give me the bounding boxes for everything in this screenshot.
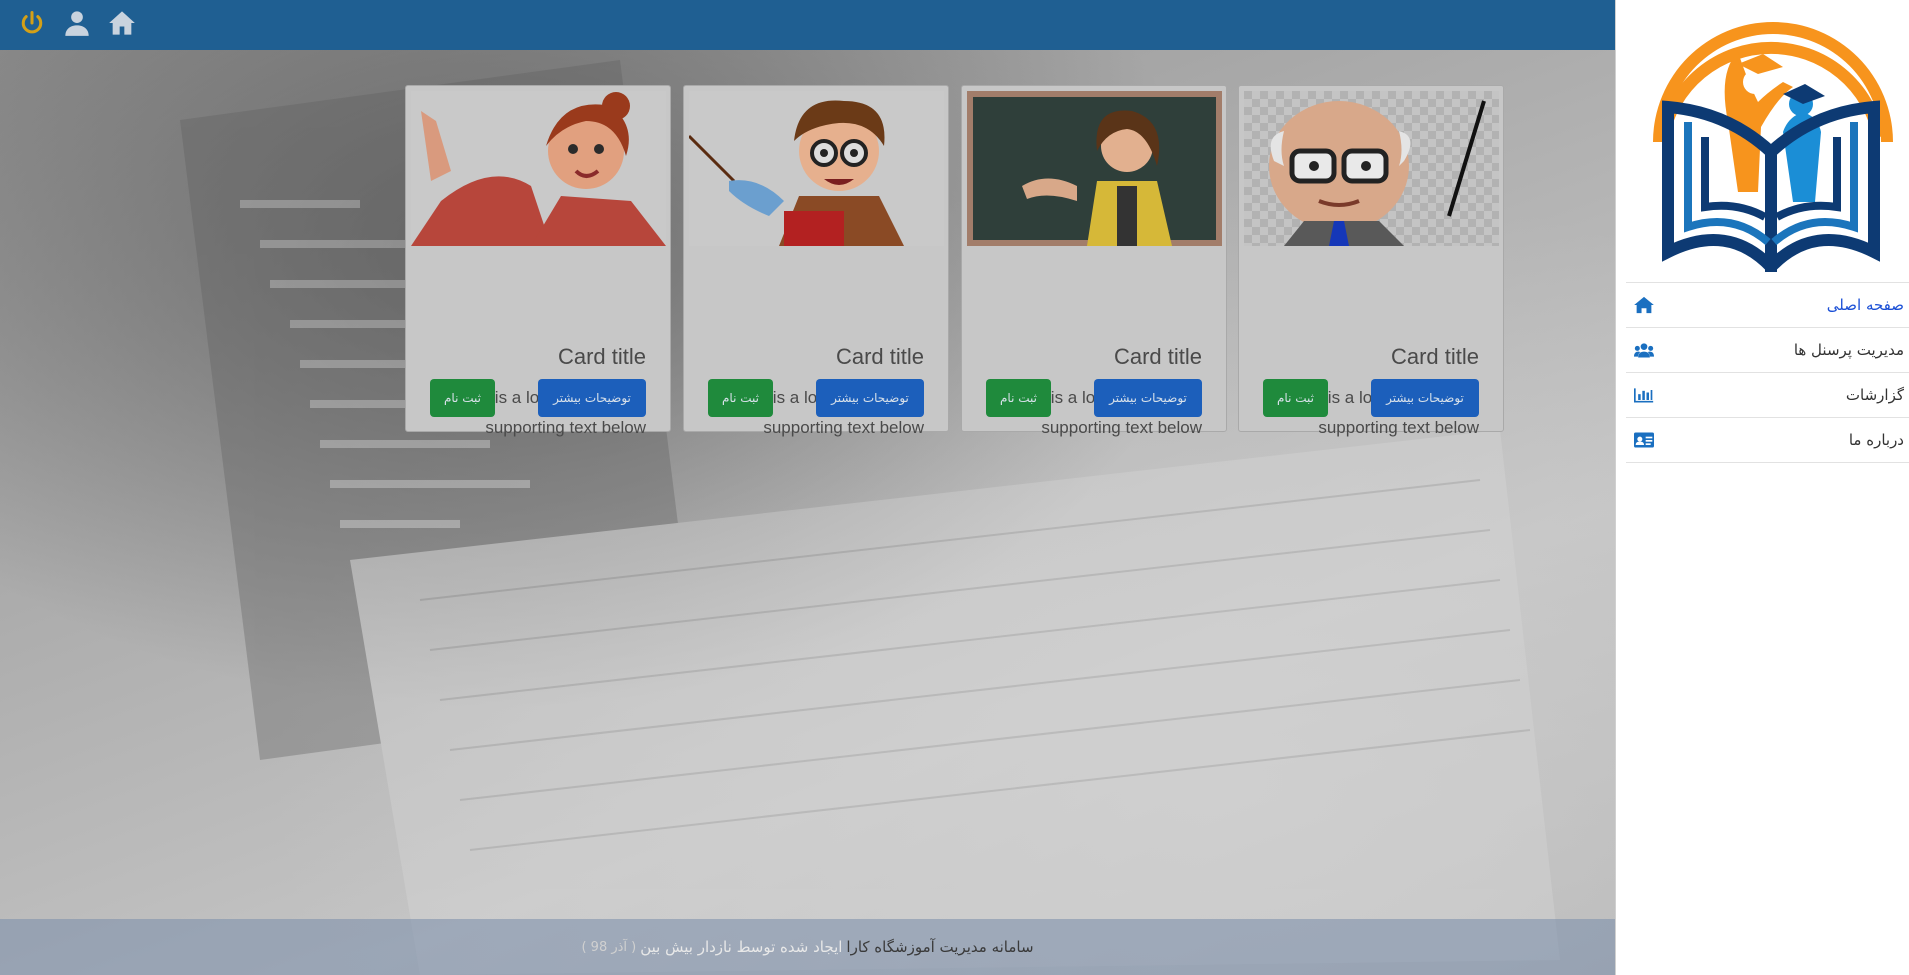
more-info-button[interactable]: توضیحات بیشتر <box>538 379 646 417</box>
more-info-button[interactable]: توضیحات بیشتر <box>1371 379 1479 417</box>
home-icon[interactable] <box>107 8 137 38</box>
user-icon[interactable] <box>62 8 92 38</box>
course-card: Card title This is a longer card with su… <box>961 85 1227 437</box>
card-image-teacher-boy <box>689 91 944 246</box>
card-title: Card title <box>1390 344 1479 369</box>
card-title: Card title <box>557 344 646 369</box>
main-content: Card title This is a longer card with su… <box>0 0 1615 975</box>
card-image-teacher-old-man <box>1244 91 1499 246</box>
sidebar-item-label: صفحه اصلی <box>1826 296 1904 314</box>
register-button[interactable]: ثبت نام <box>708 379 773 417</box>
footer-author: ایجاد شده توسط نازدار بیش بین <box>640 938 843 956</box>
sidebar-item-label: درباره ما <box>1848 431 1904 449</box>
course-card: Card title This is a longer card with su… <box>1238 85 1504 437</box>
more-info-button[interactable]: توضیحات بیشتر <box>1094 379 1202 417</box>
register-button[interactable]: ثبت نام <box>430 379 495 417</box>
more-info-button[interactable]: توضیحات بیشتر <box>816 379 924 417</box>
footer: سامانه مدیریت آموزشگاه کارا ایجاد شده تو… <box>0 919 1615 975</box>
school-logo <box>1653 22 1893 272</box>
register-button[interactable]: ثبت نام <box>1263 379 1328 417</box>
course-card: Card title This is a longer card with su… <box>683 85 949 437</box>
card-title: Card title <box>835 344 924 369</box>
home-icon <box>1634 296 1654 314</box>
sidebar-menu: صفحه اصلی مدیریت پرسنل ها گزارشات درباره… <box>1626 282 1909 463</box>
footer-date: ( آذر 98 ) <box>581 939 637 955</box>
sidebar-item-reports[interactable]: گزارشات <box>1626 372 1909 417</box>
card-image-teacher-woman <box>411 91 666 246</box>
sidebar: صفحه اصلی مدیریت پرسنل ها گزارشات درباره… <box>1615 0 1909 975</box>
footer-system-name: سامانه مدیریت آموزشگاه کارا <box>846 938 1034 956</box>
sidebar-item-label: مدیریت پرسنل ها <box>1793 341 1904 359</box>
users-icon <box>1634 341 1654 359</box>
sidebar-item-home[interactable]: صفحه اصلی <box>1626 282 1909 327</box>
sidebar-item-personnel[interactable]: مدیریت پرسنل ها <box>1626 327 1909 372</box>
card-title: Card title <box>1113 344 1202 369</box>
sidebar-item-about[interactable]: درباره ما <box>1626 417 1909 463</box>
course-card: Card title This is a longer card with su… <box>405 85 671 437</box>
sidebar-item-label: گزارشات <box>1845 386 1904 404</box>
chart-icon <box>1634 386 1654 404</box>
id-card-icon <box>1634 431 1654 449</box>
register-button[interactable]: ثبت نام <box>986 379 1051 417</box>
power-icon[interactable] <box>17 8 47 38</box>
top-navbar <box>0 0 1615 50</box>
card-image-teacher-blackboard <box>967 91 1222 246</box>
